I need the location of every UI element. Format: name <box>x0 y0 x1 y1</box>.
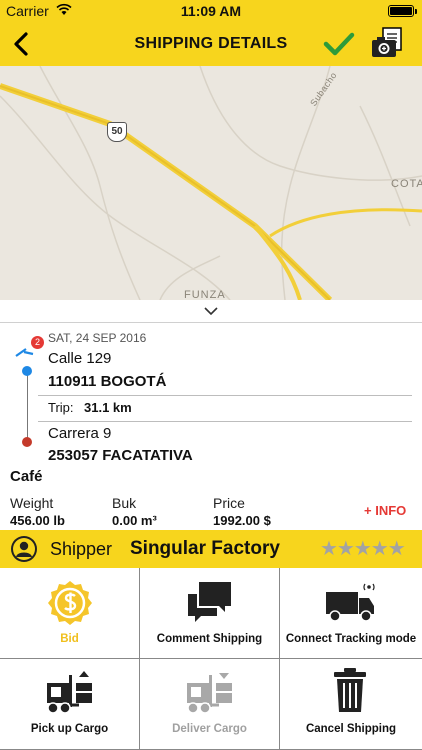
dollar-coin-icon <box>48 581 92 625</box>
comment-shipping-label: Comment Shipping <box>156 633 263 645</box>
confirm-check-icon[interactable] <box>322 30 356 58</box>
deliver-cargo-button[interactable]: Deliver Cargo <box>140 659 280 750</box>
top-bar: Carrier 11:09 AM SHIPPING DETAILS <box>0 0 422 66</box>
shipper-bar[interactable]: Shipper Singular Factory ★★★★★ <box>0 530 422 568</box>
weight-label: Weight <box>10 495 54 511</box>
divider <box>0 322 422 323</box>
highway-shield: 50 <box>107 122 127 142</box>
connect-tracking-button[interactable]: Connect Tracking mode <box>280 568 422 659</box>
forklift-down-icon <box>187 673 232 714</box>
trash-icon <box>334 668 366 712</box>
route-map[interactable]: 50 Subacho COTA FUNZA <box>0 66 422 300</box>
battery-icon <box>388 5 414 17</box>
origin-street: Calle 129 <box>48 350 112 367</box>
shipper-label: Shipper <box>50 539 113 559</box>
bulk-value: 0.00 m³ <box>112 513 157 528</box>
chat-bubbles-icon <box>188 582 231 622</box>
weight-value: 456.00 lb <box>10 513 65 528</box>
trip-distance: 31.1 km <box>84 400 132 415</box>
battery-tip <box>415 9 417 14</box>
map-roads <box>0 66 422 300</box>
cancel-shipping-label: Cancel Shipping <box>305 723 397 735</box>
route-separator <box>38 421 412 422</box>
more-info-link[interactable]: + INFO <box>364 503 406 518</box>
destination-city: 253057 FACATATIVA <box>48 447 193 464</box>
status-bar: Carrier 11:09 AM <box>0 0 422 22</box>
map-label-funza: FUNZA <box>184 289 226 300</box>
destination-street: Carrera 9 <box>48 425 112 442</box>
comment-shipping-button[interactable]: Comment Shipping <box>140 568 280 659</box>
user-avatar-icon <box>11 536 37 562</box>
cancel-shipping-button[interactable]: Cancel Shipping <box>280 659 422 750</box>
camera-document-icon[interactable] <box>368 26 406 60</box>
rating-stars-icon: ★★★★★ <box>320 538 406 560</box>
tracking-truck-icon <box>326 583 375 622</box>
map-label-cota: COTA <box>391 178 422 190</box>
forklift-up-icon <box>47 671 92 714</box>
action-grid: Bid Comment Shipping Connect Tracking mo… <box>0 568 422 750</box>
bid-label: Bid <box>60 633 79 645</box>
origin-city: 110911 BOGOTÁ <box>48 373 167 390</box>
pick-up-cargo-button[interactable]: Pick up Cargo <box>0 659 140 750</box>
page-title: SHIPPING DETAILS <box>134 35 288 52</box>
trip-label: Trip: <box>48 400 74 415</box>
price-label: Price <box>213 495 245 511</box>
shipper-name: Singular Factory <box>130 538 280 559</box>
bid-button[interactable]: Bid <box>0 568 140 659</box>
chevron-down-icon[interactable] <box>200 304 222 318</box>
origin-marker-icon <box>22 366 32 376</box>
route-connector <box>27 372 28 442</box>
pick-up-cargo-label: Pick up Cargo <box>30 723 109 735</box>
price-value: 1992.00 $ <box>213 513 271 528</box>
connect-tracking-label: Connect Tracking mode <box>285 633 417 645</box>
stop-count-badge: 2 <box>31 336 44 349</box>
bulk-label: Buk <box>112 495 137 511</box>
shipping-date: SAT, 24 SEP 2016 <box>48 331 147 345</box>
cargo-name: Café <box>10 468 43 485</box>
status-time: 11:09 AM <box>180 3 242 19</box>
destination-marker-icon <box>22 437 32 447</box>
deliver-cargo-label: Deliver Cargo <box>172 723 247 735</box>
route-separator <box>38 395 412 396</box>
